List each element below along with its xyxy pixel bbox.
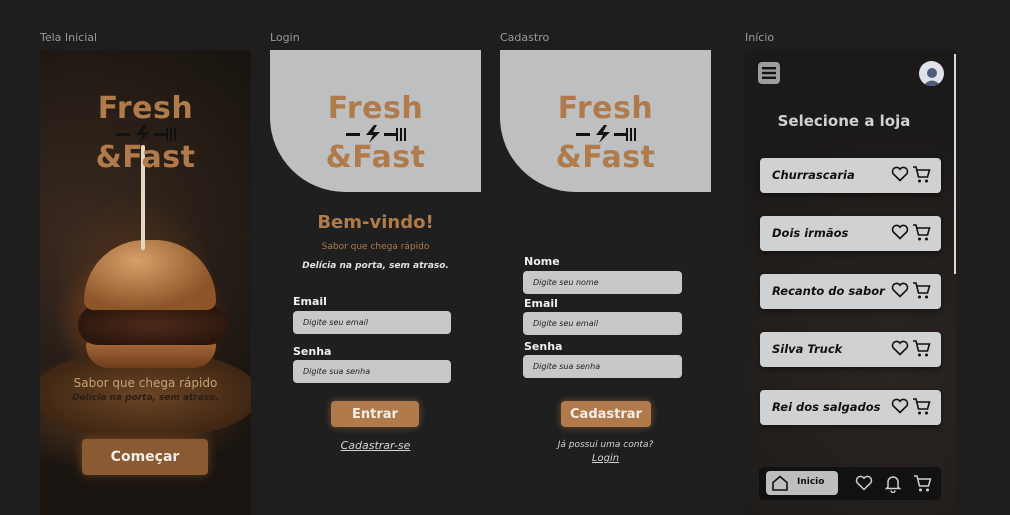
cart-icon[interactable] xyxy=(912,223,931,242)
store-name: Dois irmãos xyxy=(772,226,849,240)
store-card[interactable]: Rei dos salgados xyxy=(760,390,941,425)
login-tagline: Delícia na porta, sem atraso. xyxy=(302,261,449,271)
heart-icon[interactable] xyxy=(891,339,909,357)
store-card[interactable]: Silva Truck xyxy=(760,332,941,367)
brand-line2: &Fast xyxy=(555,140,656,175)
cart-icon[interactable] xyxy=(912,397,931,416)
cart-icon[interactable] xyxy=(912,339,931,358)
store-name: Recanto do sabor xyxy=(772,284,885,298)
hamburger-icon xyxy=(762,67,776,79)
brand-line2: &Fast xyxy=(95,140,196,175)
nav-home-button[interactable]: Inicio xyxy=(766,471,838,495)
cart-icon[interactable] xyxy=(912,281,931,300)
password-field[interactable] xyxy=(523,355,682,378)
nav-heart-icon[interactable] xyxy=(855,474,873,492)
email-label: Email xyxy=(293,295,327,308)
login-link[interactable]: Login xyxy=(500,453,711,464)
email-field[interactable] xyxy=(523,312,682,335)
password-label: Senha xyxy=(524,340,563,353)
brand-logo: Fresh &Fast xyxy=(40,94,251,173)
store-card[interactable]: Dois irmãos xyxy=(760,216,941,251)
home-screen: Selecione a loja Churrascaria Dois irmão… xyxy=(745,50,956,515)
nav-home-label: Inicio xyxy=(797,477,825,487)
burger-patty-image xyxy=(78,305,228,345)
brand-line2: &Fast xyxy=(325,140,426,175)
home-icon xyxy=(772,475,788,491)
email-label: Email xyxy=(524,297,558,310)
bell-icon[interactable] xyxy=(884,474,902,493)
frame-label-splash: Tela Inicial xyxy=(40,31,98,44)
user-icon xyxy=(922,68,941,86)
bottom-nav: Inicio xyxy=(759,467,941,500)
avatar[interactable] xyxy=(919,61,944,86)
burger-bun-top-image xyxy=(84,240,216,310)
heart-icon[interactable] xyxy=(891,281,909,299)
signup-button[interactable]: Cadastrar xyxy=(561,401,651,427)
store-name: Rei dos salgados xyxy=(772,400,881,414)
splash-subtitle: Sabor que chega rápido xyxy=(73,376,218,390)
cart-icon[interactable] xyxy=(912,165,931,184)
brand-line1: Fresh xyxy=(327,91,424,126)
login-screen: Fresh &Fast Bem-vindo! Sabor que chega r… xyxy=(270,50,481,515)
password-field[interactable] xyxy=(293,360,451,383)
brand-logo: Fresh &Fast xyxy=(500,94,711,173)
nav-cart-icon[interactable] xyxy=(913,474,932,493)
email-field[interactable] xyxy=(293,311,451,334)
menu-button[interactable] xyxy=(758,62,780,84)
have-account-text: Já possui uma conta? xyxy=(557,440,654,450)
splash-screen: Fresh &Fast Sabor que chega rápido Delíc… xyxy=(40,50,251,515)
brand-line1: Fresh xyxy=(97,91,194,126)
heart-icon[interactable] xyxy=(891,397,909,415)
welcome-title: Bem-vindo! xyxy=(317,212,434,233)
heart-icon[interactable] xyxy=(891,165,909,183)
frame-label-login: Login xyxy=(270,31,300,44)
page-title: Selecione a loja xyxy=(777,112,911,130)
login-subtitle: Sabor que chega rápido xyxy=(321,242,430,252)
store-card[interactable]: Churrascaria xyxy=(760,158,941,193)
store-name: Silva Truck xyxy=(772,342,843,356)
name-field[interactable] xyxy=(523,271,682,294)
name-label: Nome xyxy=(524,255,560,268)
password-label: Senha xyxy=(293,345,332,358)
start-button[interactable]: Começar xyxy=(82,439,208,475)
burger-bun-bottom-image xyxy=(86,342,216,368)
login-button[interactable]: Entrar xyxy=(331,401,419,427)
scrollbar[interactable] xyxy=(954,54,956,274)
frame-label-signup: Cadastro xyxy=(500,31,550,44)
heart-icon[interactable] xyxy=(891,223,909,241)
brand-logo: Fresh &Fast xyxy=(270,94,481,173)
signup-link[interactable]: Cadastrar-se xyxy=(270,439,481,452)
splash-tagline: Delícia na porta, sem atraso. xyxy=(72,393,219,403)
store-card[interactable]: Recanto do sabor xyxy=(760,274,941,309)
signup-screen: Fresh &Fast Nome Email Senha Cadastrar J… xyxy=(500,50,711,515)
frame-label-home: Início xyxy=(745,31,775,44)
store-name: Churrascaria xyxy=(772,168,855,182)
brand-line1: Fresh xyxy=(557,91,654,126)
